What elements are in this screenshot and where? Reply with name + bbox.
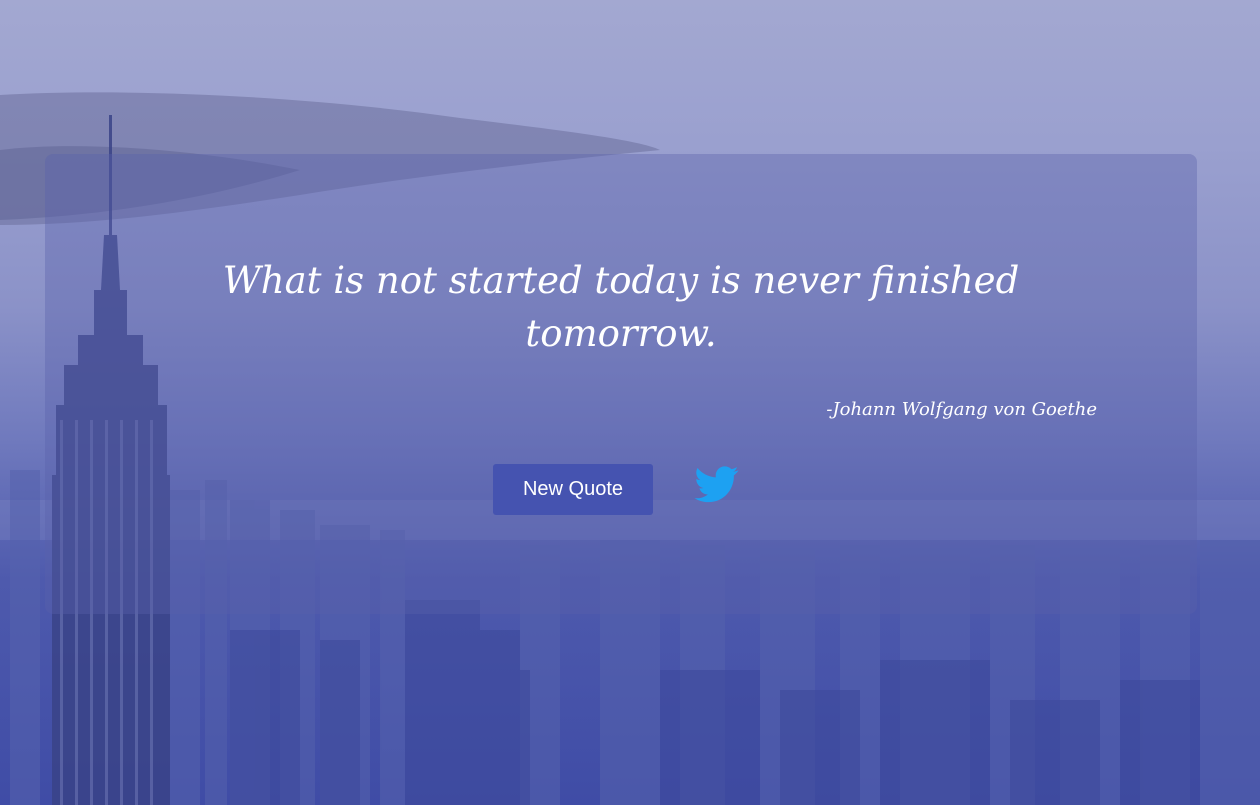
quote-text: What is not started today is never finis…	[222, 259, 1020, 355]
quote-card: What is not started today is never finis…	[45, 154, 1197, 614]
twitter-bird-icon	[694, 466, 739, 503]
tweet-quote-button[interactable]	[693, 462, 741, 506]
quote-author: -Johann Wolfgang von Goethe	[826, 399, 1097, 420]
new-quote-button[interactable]: New Quote	[493, 464, 653, 515]
